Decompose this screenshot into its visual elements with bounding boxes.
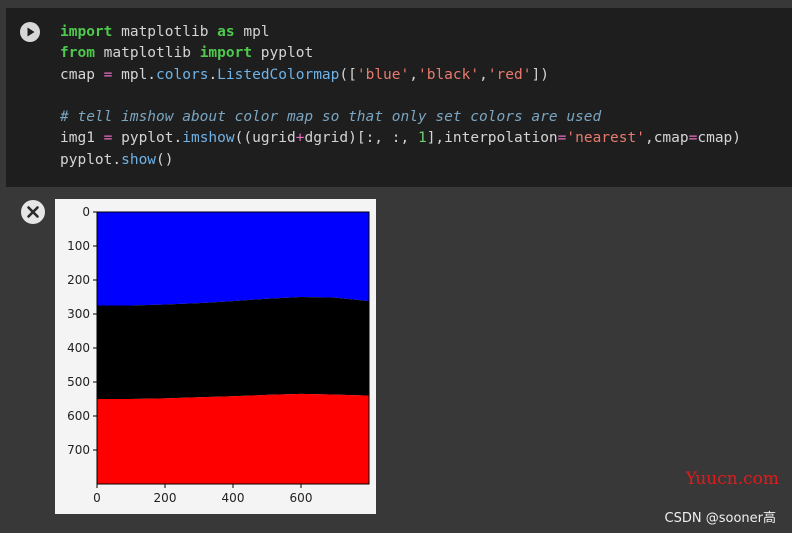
code-token: import bbox=[60, 24, 113, 40]
y-tick-label: 600 bbox=[67, 409, 90, 423]
code-token: mpl. bbox=[112, 66, 157, 83]
y-tick-label: 0 bbox=[82, 205, 90, 219]
code-token: import bbox=[199, 45, 253, 62]
close-icon bbox=[27, 206, 39, 218]
code-token: ,cmap bbox=[644, 130, 689, 147]
code-token: 1 bbox=[417, 130, 427, 147]
code-line: import matplotlib as mpl bbox=[60, 24, 270, 40]
clear-output-button[interactable] bbox=[21, 200, 45, 224]
x-tick-label: 600 bbox=[290, 491, 313, 505]
code-token: matplotlib bbox=[94, 45, 200, 62]
code-editor[interactable]: import matplotlib as mpl from matplotlib… bbox=[60, 22, 741, 171]
code-token: pyplot. bbox=[112, 130, 183, 147]
code-token: , bbox=[479, 66, 488, 83]
plot-output: 0 100 200 300 400 500 600 700 0 200 400 600 bbox=[55, 199, 376, 514]
code-line: img1 = pyplot.imshow((ugrid+dgrid)[:, :,… bbox=[60, 130, 741, 146]
code-line: # tell imshow about color map so that on… bbox=[60, 109, 601, 125]
code-token: 'nearest' bbox=[566, 130, 645, 147]
code-token: from bbox=[60, 45, 95, 62]
y-tick-label: 700 bbox=[67, 443, 90, 457]
x-tick-label: 200 bbox=[154, 491, 177, 505]
code-token: mpl bbox=[234, 24, 270, 40]
heatmap-chart: 0 100 200 300 400 500 600 700 0 200 400 600 bbox=[67, 205, 370, 505]
code-token: ],interpolation bbox=[426, 130, 558, 147]
code-token: 'black' bbox=[417, 66, 480, 83]
code-token: () bbox=[156, 151, 174, 168]
watermark-yuucn: Yuucn.com bbox=[685, 469, 779, 489]
code-line: cmap = mpl.colors.ListedColormap(['blue'… bbox=[60, 67, 549, 83]
code-token: cmap bbox=[60, 66, 104, 83]
code-token: . bbox=[208, 66, 218, 83]
play-icon bbox=[27, 27, 35, 37]
code-token: pyplot bbox=[252, 45, 314, 62]
code-token: imshow bbox=[182, 130, 235, 147]
region-red bbox=[97, 393, 369, 484]
code-token: 'red' bbox=[487, 66, 532, 83]
code-token: 'blue' bbox=[356, 66, 410, 83]
y-tick-label: 400 bbox=[67, 341, 90, 355]
code-token: ([ bbox=[339, 66, 357, 83]
watermark-csdn: CSDN @sooner高 bbox=[664, 511, 776, 526]
y-tick-label: 200 bbox=[67, 273, 90, 287]
code-line: pyplot.show() bbox=[60, 152, 174, 168]
region-black bbox=[97, 297, 369, 399]
code-token: cmap) bbox=[697, 130, 742, 147]
code-token: colors bbox=[156, 66, 209, 83]
code-token: ((ugrid bbox=[234, 130, 296, 147]
y-tick-label: 300 bbox=[67, 307, 90, 321]
code-token: dgrid)[:, :, bbox=[304, 130, 418, 147]
code-token: matplotlib bbox=[112, 24, 218, 40]
code-token: img1 bbox=[60, 130, 104, 147]
y-tick-label: 500 bbox=[67, 375, 90, 389]
code-token: ListedColormap bbox=[217, 66, 340, 83]
code-token: # tell imshow about color map so that on… bbox=[60, 109, 602, 126]
code-token: as bbox=[217, 24, 235, 40]
code-token: show bbox=[121, 151, 157, 168]
region-blue bbox=[97, 212, 369, 306]
code-line: from matplotlib import pyplot bbox=[60, 45, 313, 61]
code-token: , bbox=[409, 66, 418, 83]
y-tick-label: 100 bbox=[67, 239, 90, 253]
code-token: pyplot. bbox=[60, 151, 122, 168]
run-cell-button[interactable] bbox=[20, 22, 40, 42]
x-tick-label: 400 bbox=[222, 491, 245, 505]
x-tick-label: 0 bbox=[93, 491, 101, 505]
code-token: ]) bbox=[531, 66, 549, 83]
